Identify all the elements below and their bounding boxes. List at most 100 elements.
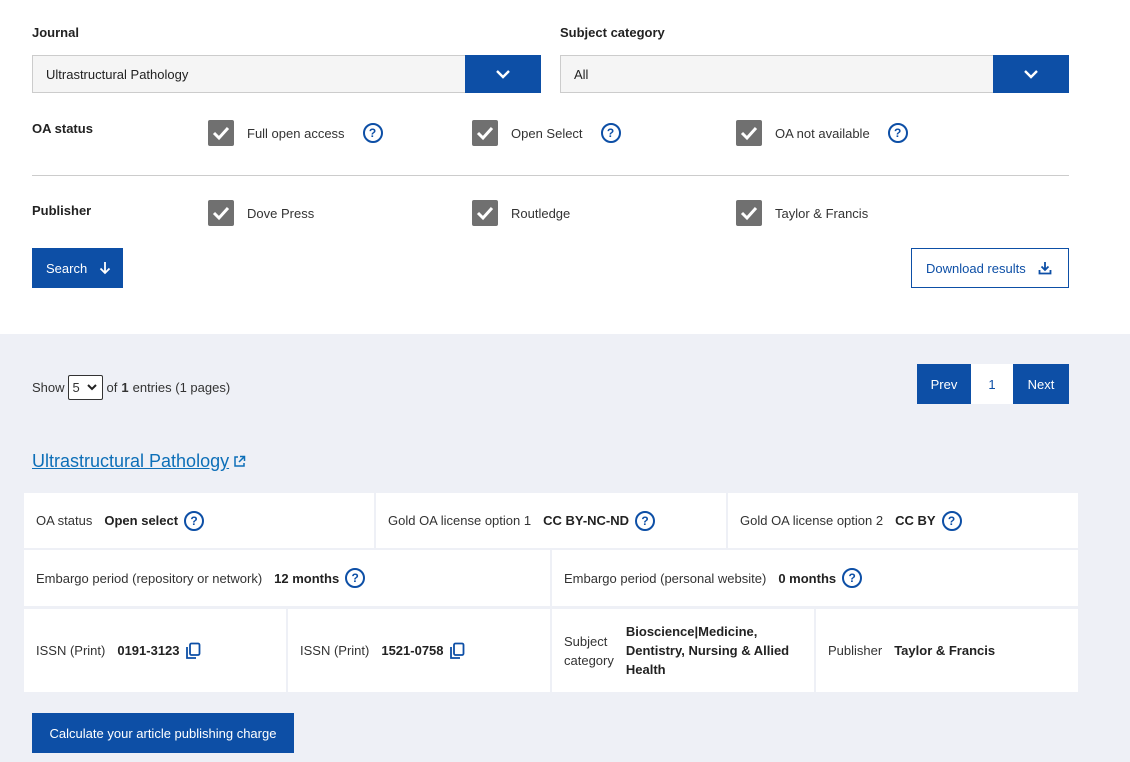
journal-select[interactable]: Ultrastructural Pathology: [32, 55, 541, 93]
subject-category-label: Subject category: [560, 25, 665, 40]
publisher-routledge-option[interactable]: Routledge: [472, 200, 570, 226]
checkbox-oa-not-available[interactable]: [736, 120, 762, 146]
gold-oa-option-1-cell: Gold OA license option 1 CC BY-NC-ND ?: [376, 493, 726, 548]
chevron-down-icon: [496, 70, 510, 79]
gold-oa-option-2-cell: Gold OA license option 2 CC BY ?: [728, 493, 1078, 548]
oa-not-available-option[interactable]: OA not available ?: [736, 120, 908, 146]
cell-key: OA status: [36, 513, 93, 528]
checkbox-label: Routledge: [511, 205, 571, 221]
subject-category-cell: Subject category Bioscience|Medicine, De…: [552, 609, 814, 692]
cell-key: Publisher: [828, 643, 883, 658]
cell-key: Embargo period (repository or network): [36, 570, 263, 586]
oa-open-select-option[interactable]: Open Select ?: [472, 120, 621, 146]
check-icon: [740, 206, 758, 221]
check-icon: [212, 126, 230, 141]
help-icon[interactable]: ?: [362, 123, 383, 143]
journal-label: Journal: [32, 25, 79, 40]
check-icon: [212, 206, 230, 221]
page-1-button[interactable]: 1: [971, 364, 1013, 404]
of-label: of: [106, 380, 118, 395]
entries-suffix: entries (1 pages): [132, 380, 231, 395]
help-icon[interactable]: ?: [842, 568, 863, 588]
copy-icon[interactable]: [185, 642, 201, 660]
cell-value: 0191-3123: [117, 643, 180, 658]
issn-print-cell-1: ISSN (Print) 0191-3123: [24, 609, 286, 692]
pagination-summary: Show 5 of 1 entries (1 pages): [32, 375, 230, 400]
cell-value: 1521-0758: [381, 643, 444, 658]
show-label: Show: [32, 380, 65, 395]
cell-key: ISSN (Print): [300, 643, 370, 658]
prev-button[interactable]: Prev: [917, 364, 971, 404]
subject-select-value: All: [574, 67, 589, 82]
oa-status-label: OA status: [32, 121, 93, 136]
help-icon[interactable]: ?: [941, 510, 962, 531]
checkbox-open-select[interactable]: [472, 120, 498, 146]
cell-key-line: Subject: [564, 633, 608, 649]
help-icon[interactable]: ?: [184, 510, 205, 531]
cell-value: Open select: [104, 513, 179, 528]
publisher-dove-press-option[interactable]: Dove Press: [208, 200, 314, 226]
checkbox-dove-press[interactable]: [208, 200, 234, 226]
download-button-label: Download results: [926, 260, 1026, 276]
help-icon[interactable]: ?: [600, 123, 621, 143]
cell-value: Taylor & Francis: [894, 643, 996, 658]
journal-dropdown-button[interactable]: [465, 55, 541, 93]
cell-key: Embargo period (personal website): [564, 570, 767, 586]
cell-key-line: category: [564, 652, 614, 668]
checkbox-label: Full open access: [247, 125, 345, 141]
issn-print-cell-2: ISSN (Print) 1521-0758: [288, 609, 550, 692]
chevron-down-icon: [87, 384, 97, 391]
subject-dropdown-button[interactable]: [993, 55, 1069, 93]
publisher-taylor-francis-option[interactable]: Taylor & Francis: [736, 200, 868, 226]
cell-value: Bioscience|Medicine, Dentistry, Nursing …: [626, 622, 789, 679]
cell-value-line: Health: [625, 662, 666, 677]
publisher-cell: Publisher Taylor & Francis: [816, 609, 1078, 692]
checkbox-taylor-francis[interactable]: [736, 200, 762, 226]
journal-title-link[interactable]: Ultrastructural Pathology: [32, 451, 246, 472]
download-icon: [1038, 262, 1052, 275]
checkbox-label: OA not available: [775, 125, 870, 141]
cell-key: Gold OA license option 2: [740, 513, 884, 528]
checkbox-label: Dove Press: [247, 205, 315, 221]
check-icon: [740, 126, 758, 141]
arrow-down-icon: [100, 262, 111, 275]
cell-key: Gold OA license option 1: [388, 513, 532, 528]
cell-value: 12 months: [274, 570, 340, 586]
external-link-icon: [234, 455, 246, 467]
cell-key: Subject category: [564, 632, 614, 670]
journal-title: Ultrastructural Pathology: [32, 451, 230, 471]
checkbox-label: Open Select: [511, 125, 583, 141]
checkbox-routledge[interactable]: [472, 200, 498, 226]
page-size-value: 5: [72, 380, 80, 395]
help-icon[interactable]: ?: [887, 123, 908, 143]
oa-full-open-access-option[interactable]: Full open access ?: [208, 120, 383, 146]
divider: [32, 175, 1069, 176]
embargo-repository-cell: Embargo period (repository or network) 1…: [24, 550, 550, 606]
oa-status-cell: OA status Open select ?: [24, 493, 374, 548]
subject-category-select[interactable]: All: [560, 55, 1069, 93]
cell-key: ISSN (Print): [36, 643, 106, 658]
cell-value: CC BY-NC-ND: [543, 513, 630, 528]
cell-value: CC BY: [895, 513, 936, 528]
help-icon[interactable]: ?: [345, 568, 366, 588]
embargo-personal-cell: Embargo period (personal website) 0 mont…: [552, 550, 1078, 606]
copy-icon[interactable]: [449, 642, 465, 660]
check-icon: [476, 126, 494, 141]
page-size-select[interactable]: 5: [67, 375, 103, 400]
search-button[interactable]: Search: [32, 248, 123, 288]
download-results-button[interactable]: Download results: [911, 248, 1069, 288]
publisher-label: Publisher: [32, 203, 92, 218]
search-button-label: Search: [46, 260, 88, 276]
help-icon[interactable]: ?: [635, 510, 656, 531]
checkbox-label: Taylor & Francis: [775, 205, 869, 221]
cell-value: 0 months: [778, 570, 837, 586]
chevron-down-icon: [1024, 70, 1038, 79]
journal-select-value: Ultrastructural Pathology: [46, 67, 189, 82]
check-icon: [476, 206, 494, 221]
next-button[interactable]: Next: [1013, 364, 1069, 404]
checkbox-full-open-access[interactable]: [208, 120, 234, 146]
cell-value-line: Dentistry, Nursing & Allied: [625, 643, 790, 658]
calculate-apc-button[interactable]: Calculate your article publishing charge: [32, 713, 294, 753]
cell-value-line: Bioscience|Medicine,: [625, 624, 758, 639]
entries-count: 1: [121, 380, 129, 395]
